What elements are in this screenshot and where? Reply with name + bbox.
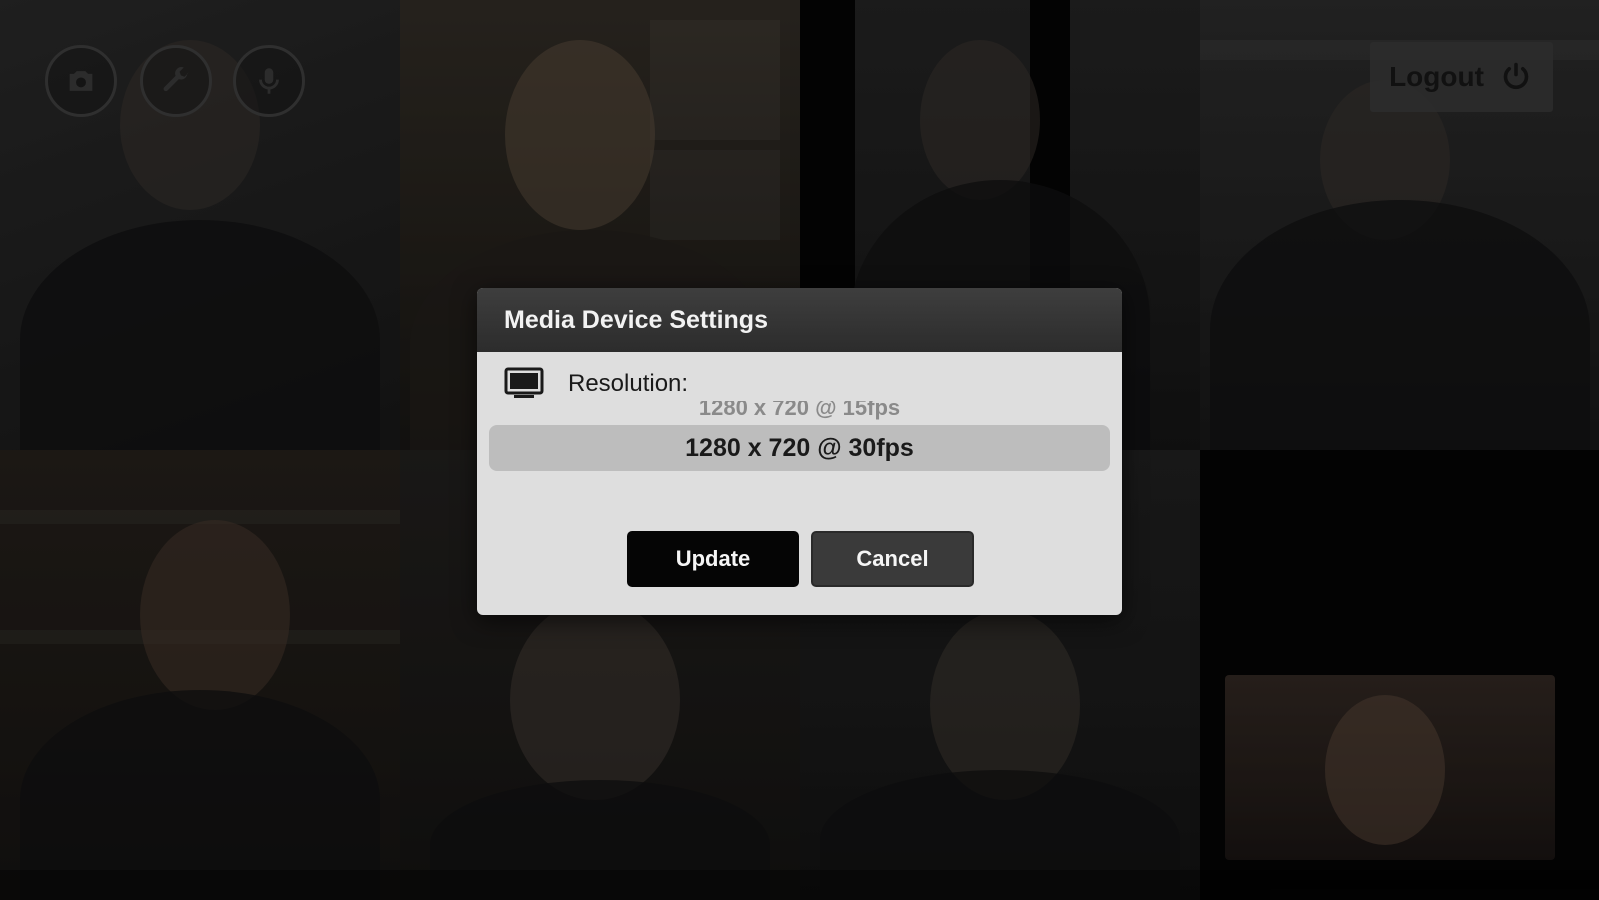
resolution-row: Resolution:	[504, 366, 688, 402]
bottom-bar	[0, 870, 1599, 900]
media-device-settings-dialog: Media Device Settings Resolution: 1280 x…	[477, 288, 1122, 615]
monitor-icon	[504, 367, 544, 398]
logout-button[interactable]: Logout	[1370, 42, 1553, 112]
camera-button[interactable]	[45, 45, 117, 117]
power-icon	[1503, 62, 1529, 90]
resolution-picker[interactable]: 1280 x 720 @ 15fps 1280 x 720 @ 30fps	[489, 401, 1110, 521]
settings-button[interactable]	[140, 45, 212, 117]
cancel-button[interactable]: Cancel	[811, 531, 974, 587]
resolution-label: Resolution:	[568, 370, 689, 397]
microphone-button[interactable]	[233, 45, 305, 117]
camera-icon	[69, 71, 93, 91]
resolution-option-previous[interactable]: 1280 x 720 @ 15fps	[489, 401, 1110, 421]
resolution-option-selected[interactable]: 1280 x 720 @ 30fps	[489, 425, 1110, 471]
video-conference-screen: Logout Media Device Settings Resolution:…	[0, 0, 1599, 900]
update-button[interactable]: Update	[627, 531, 799, 587]
dialog-title: Media Device Settings	[477, 288, 1122, 352]
microphone-icon	[259, 68, 279, 94]
wrench-icon	[163, 67, 189, 92]
logout-label: Logout	[1389, 61, 1484, 92]
